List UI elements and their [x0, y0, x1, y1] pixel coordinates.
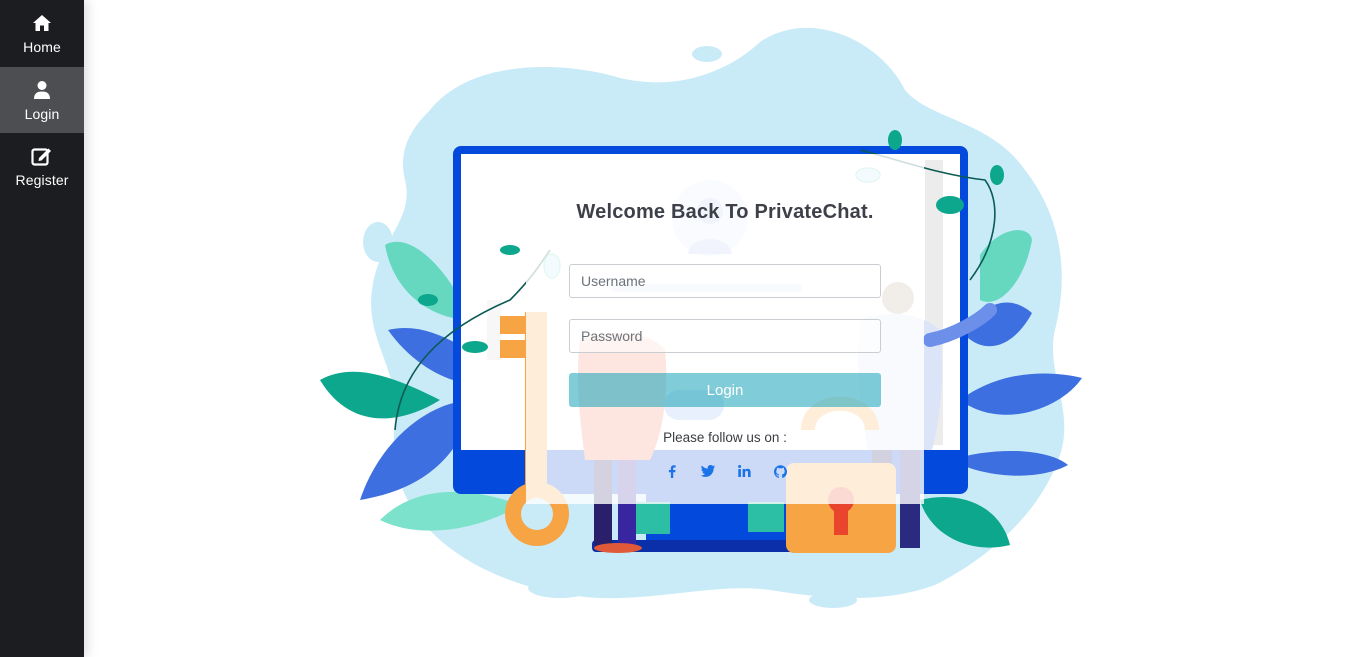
facebook-icon[interactable]: [664, 463, 680, 479]
login-button[interactable]: Login: [569, 373, 881, 407]
username-input[interactable]: [569, 264, 881, 298]
sidebar-item-label: Login: [24, 106, 60, 122]
edit-icon: [31, 145, 53, 167]
sidebar-item-label: Home: [23, 39, 61, 55]
sidebar-item-home[interactable]: Home: [0, 0, 84, 66]
sidebar-item-label: Register: [15, 172, 69, 188]
github-icon[interactable]: [773, 463, 789, 479]
sidebar-item-register[interactable]: Register: [0, 133, 84, 199]
linkedin-icon[interactable]: [737, 463, 753, 479]
social-links: [664, 462, 789, 480]
user-icon: [31, 79, 53, 101]
page-title: Welcome Back To PrivateChat.: [576, 201, 874, 223]
main-content: Welcome Back To PrivateChat. Login Pleas…: [84, 0, 1366, 657]
sidebar: Home Login Register: [0, 0, 84, 657]
twitter-icon[interactable]: [700, 463, 716, 479]
login-card: Welcome Back To PrivateChat. Login Pleas…: [526, 154, 924, 504]
follow-us-text: Please follow us on :: [663, 430, 787, 445]
password-input[interactable]: [569, 319, 881, 353]
home-icon: [31, 12, 53, 34]
sidebar-item-login[interactable]: Login: [0, 67, 84, 133]
